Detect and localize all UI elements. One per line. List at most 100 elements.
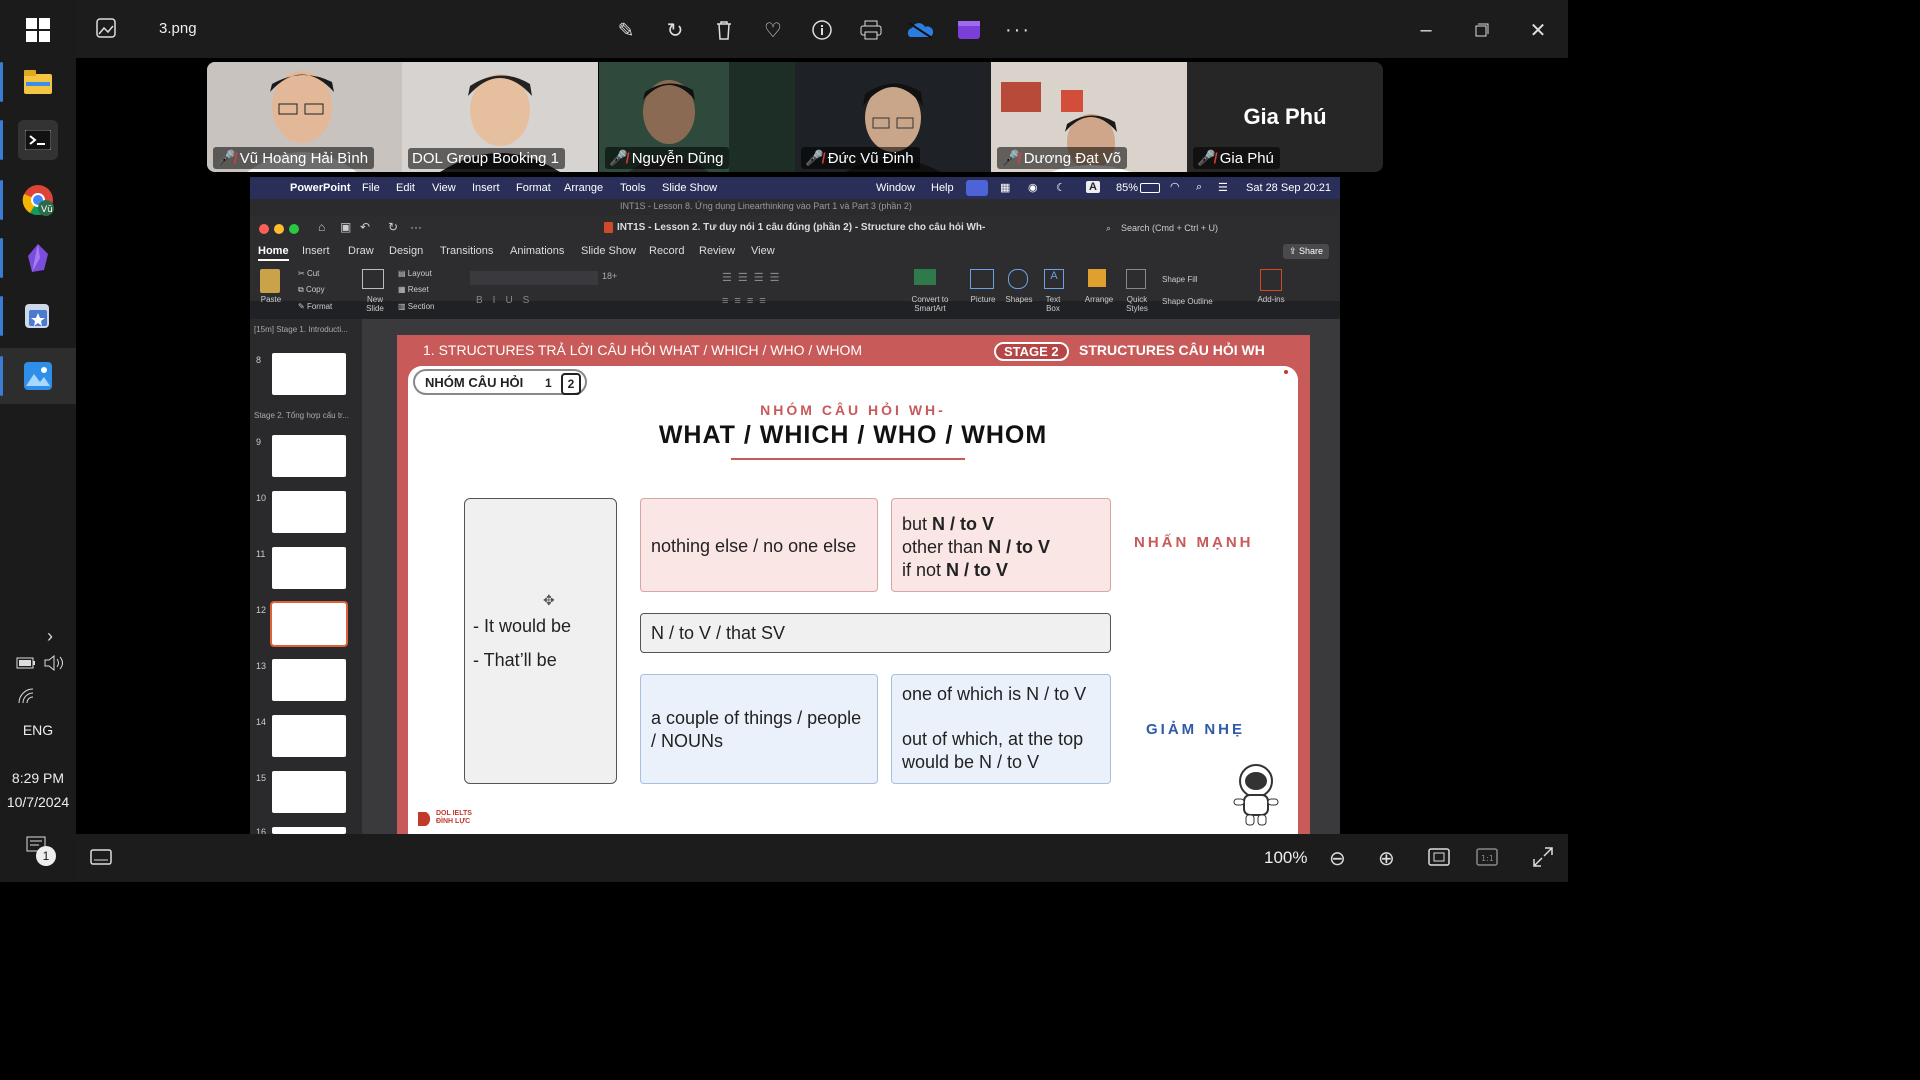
cut-button[interactable]: ✂ Cut bbox=[298, 269, 319, 278]
tab-transitions[interactable]: Transitions bbox=[440, 245, 493, 257]
text-box-icon[interactable]: A bbox=[1044, 269, 1064, 289]
language-indicator[interactable]: ENG bbox=[0, 722, 76, 738]
menu-edit[interactable]: Edit bbox=[396, 182, 415, 194]
participant-tile[interactable]: 🎤̸ Đức Vũ Đinh bbox=[795, 62, 991, 172]
participant-tile[interactable]: 🎤̸ Nguyễn Dũng bbox=[599, 62, 795, 172]
clipchamp-icon[interactable] bbox=[953, 14, 985, 46]
print-icon[interactable] bbox=[855, 14, 887, 46]
convert-smartart-label[interactable]: Convert to SmartArt bbox=[906, 295, 954, 313]
window-close-button[interactable] bbox=[259, 224, 269, 234]
onedrive-icon[interactable] bbox=[904, 14, 936, 46]
windows-start-icon[interactable] bbox=[18, 10, 58, 50]
window-zoom-button[interactable] bbox=[289, 224, 299, 234]
quick-styles-icon[interactable] bbox=[1126, 269, 1146, 289]
minimize-icon[interactable]: – bbox=[1410, 14, 1442, 46]
shapes-label[interactable]: Shapes bbox=[1002, 295, 1036, 304]
new-slide-label[interactable]: New Slide bbox=[358, 295, 392, 313]
search-icon[interactable]: ⌕ bbox=[1106, 223, 1111, 234]
restore-icon[interactable] bbox=[1466, 14, 1498, 46]
screen-share-icon[interactable] bbox=[966, 180, 988, 196]
align-buttons[interactable]: ≡≡≡≡ bbox=[722, 295, 772, 307]
snipping-tool-icon[interactable] bbox=[18, 296, 58, 336]
tab-animations[interactable]: Animations bbox=[510, 245, 564, 257]
zoom-out-icon[interactable]: ⊖ bbox=[1329, 846, 1346, 871]
arrange-label[interactable]: Arrange bbox=[1082, 295, 1116, 304]
slide-thumbnail[interactable] bbox=[272, 491, 346, 533]
slide-thumbnail[interactable] bbox=[272, 827, 346, 834]
slide-thumbnail[interactable] bbox=[272, 771, 346, 813]
control-center-icon[interactable]: ☰ bbox=[1218, 181, 1228, 194]
close-icon[interactable]: ✕ bbox=[1522, 14, 1554, 46]
paste-icon[interactable] bbox=[260, 269, 280, 293]
favorite-heart-icon[interactable]: ♡ bbox=[757, 14, 789, 46]
font-size-select[interactable]: 18+ bbox=[602, 271, 617, 281]
menu-tools[interactable]: Tools bbox=[620, 182, 646, 194]
menu-help[interactable]: Help bbox=[931, 182, 954, 194]
clock-date[interactable]: 10/7/2024 bbox=[0, 794, 76, 810]
info-icon[interactable] bbox=[806, 14, 838, 46]
text-box-label[interactable]: Text Box bbox=[1040, 295, 1066, 313]
calendar-icon[interactable]: ▦ bbox=[1000, 181, 1010, 194]
undo-icon[interactable]: ↶ bbox=[360, 220, 370, 234]
section-header[interactable]: Stage 2. Tổng hợp cấu tr... bbox=[254, 411, 349, 420]
smartart-icon[interactable] bbox=[914, 269, 936, 285]
save-icon[interactable]: ▣ bbox=[340, 220, 351, 234]
participant-tile[interactable]: 🎤̸ Vũ Hoàng Hải Bình bbox=[207, 62, 403, 172]
layout-button[interactable]: ▤ Layout bbox=[398, 269, 432, 278]
tab-home[interactable]: Home bbox=[258, 245, 289, 261]
file-explorer-icon[interactable] bbox=[18, 62, 58, 102]
photos-app-icon[interactable] bbox=[18, 356, 58, 396]
menu-view[interactable]: View bbox=[432, 182, 456, 194]
wifi-icon[interactable] bbox=[18, 688, 36, 709]
battery-icon[interactable] bbox=[1140, 183, 1160, 193]
menu-window[interactable]: Window bbox=[876, 182, 915, 194]
tab-draw[interactable]: Draw bbox=[348, 245, 374, 257]
slide-thumbnail[interactable] bbox=[272, 715, 346, 757]
rotate-icon[interactable]: ↻ bbox=[659, 14, 691, 46]
slide-thumbnail-selected[interactable] bbox=[270, 601, 348, 647]
battery-icon[interactable] bbox=[16, 656, 36, 675]
home-icon[interactable]: ⌂ bbox=[318, 220, 325, 234]
input-source-icon[interactable]: A bbox=[1086, 181, 1100, 193]
share-button[interactable]: ⇪ Share bbox=[1283, 244, 1330, 259]
slide-thumbnail[interactable] bbox=[272, 547, 346, 589]
edit-image-icon[interactable]: ✎ bbox=[610, 14, 642, 46]
menu-file[interactable]: File bbox=[362, 182, 380, 194]
menu-insert[interactable]: Insert bbox=[472, 182, 500, 194]
shape-outline-button[interactable]: Shape Outline bbox=[1162, 297, 1213, 306]
menu-format[interactable]: Format bbox=[516, 182, 551, 194]
wifi-icon[interactable]: ◠ bbox=[1170, 180, 1180, 193]
format-painter-button[interactable]: ✎ Format bbox=[298, 302, 332, 311]
tab-review[interactable]: Review bbox=[699, 245, 735, 257]
fit-to-window-icon[interactable] bbox=[1428, 848, 1450, 871]
menu-slide-show[interactable]: Slide Show bbox=[662, 182, 717, 194]
section-button[interactable]: ▥ Section bbox=[398, 302, 434, 311]
zoom-level[interactable]: 100% bbox=[1264, 848, 1307, 868]
slide-thumbnail[interactable] bbox=[272, 353, 346, 395]
app-menu[interactable]: PowerPoint bbox=[290, 182, 351, 194]
delete-icon[interactable] bbox=[708, 14, 740, 46]
picture-icon[interactable] bbox=[970, 269, 994, 289]
section-header[interactable]: [15m] Stage 1. Introducti... bbox=[254, 325, 348, 334]
actual-size-icon[interactable]: 1:1 bbox=[1476, 848, 1498, 871]
obsidian-icon[interactable] bbox=[18, 238, 58, 278]
participant-tile[interactable]: 🎤̸ Dương Đạt Võ bbox=[991, 62, 1187, 172]
chevron-right-icon[interactable]: › bbox=[47, 626, 53, 647]
font-name-select[interactable] bbox=[470, 271, 598, 285]
filmstrip-icon[interactable] bbox=[90, 848, 112, 871]
add-ins-label[interactable]: Add-ins bbox=[1254, 295, 1288, 304]
chrome-icon[interactable]: Vũ bbox=[18, 180, 58, 220]
window-minimize-button[interactable] bbox=[274, 224, 284, 234]
moon-icon[interactable]: ☾ bbox=[1056, 181, 1066, 194]
tab-record[interactable]: Record bbox=[649, 245, 684, 257]
tab-insert[interactable]: Insert bbox=[302, 245, 330, 257]
list-buttons[interactable]: ☰☰☰☰ bbox=[722, 271, 785, 284]
record-icon[interactable]: ◉ bbox=[1028, 181, 1038, 194]
shape-fill-button[interactable]: Shape Fill bbox=[1162, 275, 1198, 284]
more-icon[interactable]: ··· bbox=[410, 220, 422, 234]
slide-canvas[interactable]: 1. STRUCTURES TRẢ LỜI CÂU HỎI WHAT / WHI… bbox=[397, 335, 1310, 834]
arrange-icon[interactable] bbox=[1088, 269, 1106, 287]
slide-thumbnail[interactable] bbox=[272, 435, 346, 477]
fullscreen-icon[interactable] bbox=[1532, 846, 1554, 873]
battery-percent[interactable]: 85% bbox=[1116, 182, 1138, 194]
